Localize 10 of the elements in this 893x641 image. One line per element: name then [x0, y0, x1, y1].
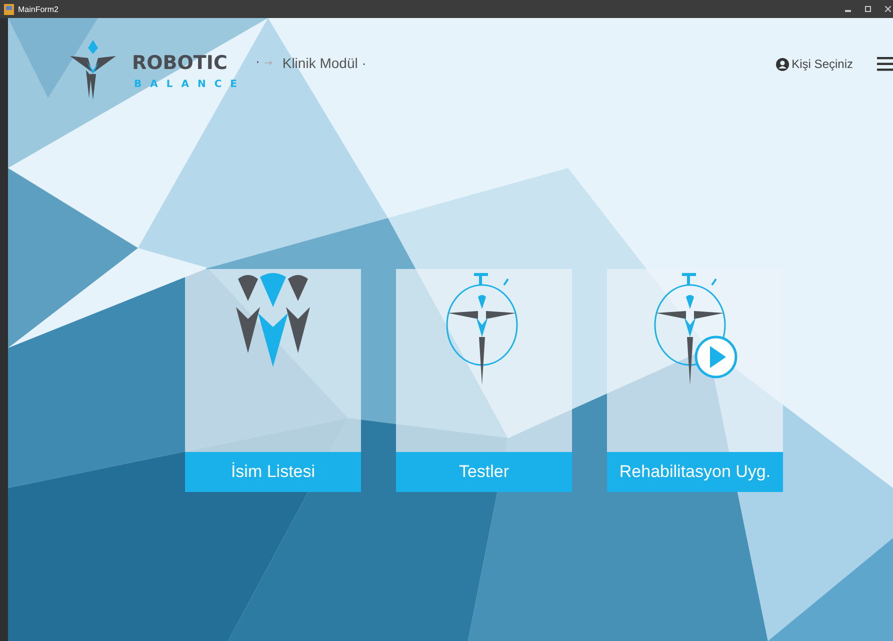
window-title: MainForm2 [18, 4, 58, 14]
breadcrumb-arrow: → [264, 58, 272, 68]
module-tile[interactable]: İsim Listesi [185, 269, 361, 492]
module-tile[interactable]: Testler [396, 269, 572, 492]
module-tile[interactable]: Rehabilitasyon Uyg. [607, 269, 783, 492]
brand-name: ROBOTIC [132, 50, 228, 74]
breadcrumb-item[interactable]: Klinik Modül · [282, 55, 366, 71]
breadcrumb-separator: · [256, 55, 260, 71]
brand-subtitle: BALANCE [133, 78, 246, 90]
select-person-button[interactable]: Kişi Seçiniz [776, 57, 853, 71]
